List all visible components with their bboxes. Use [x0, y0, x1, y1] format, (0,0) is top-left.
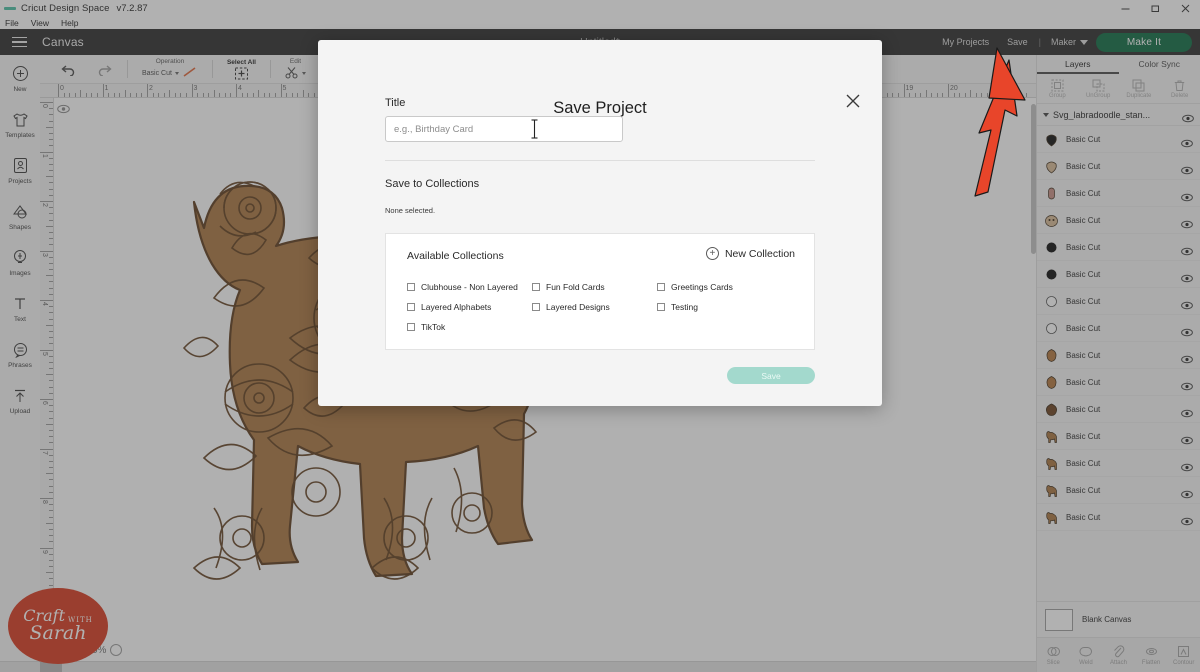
checkbox[interactable] [407, 322, 415, 331]
available-collections-box: Available Collections + New Collection C… [385, 233, 815, 350]
plus-circle-icon: + [705, 247, 719, 260]
available-collections-heading: Available Collections [407, 250, 504, 262]
collections-column: Fun Fold Cards Layered Designs [532, 277, 657, 337]
checkbox[interactable] [532, 282, 540, 291]
close-x-icon[interactable] [844, 92, 862, 110]
collections-checkbox-grid: Clubhouse - Non Layered Layered Alphabets… [407, 277, 807, 337]
checkbox[interactable] [657, 282, 665, 291]
new-collection-label: New Collection [724, 247, 795, 260]
collection-label: Testing [671, 301, 698, 312]
collection-checkbox-row[interactable]: Greetings Cards [657, 277, 782, 296]
save-project-modal: Save Project Title Save to Collections N… [318, 40, 882, 406]
title-field-label: Title [385, 97, 406, 109]
project-title-input[interactable] [385, 116, 623, 142]
collection-checkbox-row[interactable]: Fun Fold Cards [532, 277, 657, 296]
new-collection-button[interactable]: + New Collection [705, 247, 795, 260]
modal-save-button[interactable]: Save [727, 367, 815, 384]
collection-checkbox-row[interactable]: Testing [657, 297, 782, 316]
text-cursor-icon [530, 116, 539, 142]
collections-status: None selected. [385, 206, 436, 215]
collection-checkbox-row[interactable]: Layered Designs [532, 297, 657, 316]
collection-label: Layered Alphabets [421, 301, 492, 312]
checkbox[interactable] [657, 302, 665, 311]
collections-column: Clubhouse - Non Layered Layered Alphabets… [407, 277, 532, 337]
collection-label: TikTok [421, 321, 446, 332]
collection-checkbox-row[interactable]: Layered Alphabets [407, 297, 532, 316]
collection-checkbox-row[interactable]: Clubhouse - Non Layered [407, 277, 532, 296]
collections-heading: Save to Collections [385, 178, 480, 190]
checkbox[interactable] [532, 302, 540, 311]
collection-label: Layered Designs [546, 301, 610, 312]
collection-label: Greetings Cards [671, 281, 733, 292]
collections-column: Greetings Cards Testing [657, 277, 782, 337]
checkbox[interactable] [407, 282, 415, 291]
checkbox[interactable] [407, 302, 415, 311]
collection-checkbox-row[interactable]: TikTok [407, 317, 532, 336]
collection-label: Fun Fold Cards [546, 281, 605, 292]
annotation-arrow [974, 47, 1026, 197]
modal-divider [385, 160, 815, 161]
collection-label: Clubhouse - Non Layered [421, 281, 518, 292]
